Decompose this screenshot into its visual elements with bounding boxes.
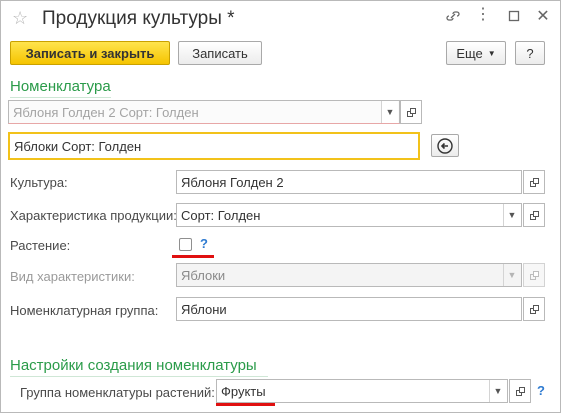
arrow-left-icon <box>437 137 453 154</box>
close-icon[interactable]: ✕ <box>534 8 552 26</box>
plant-group-dropdown-icon[interactable]: ▼ <box>489 380 506 402</box>
nomenclature-group-label: Номенклатурная группа: <box>10 303 159 318</box>
plant-group-field[interactable]: Фрукты <box>216 379 508 403</box>
product-characteristic-field[interactable]: Сорт: Голден <box>176 203 522 227</box>
product-characteristic-value: Сорт: Голден <box>181 207 261 223</box>
open-icon <box>529 210 539 220</box>
plant-group-help-icon[interactable]: ? <box>537 383 545 398</box>
product-characteristic-open-button[interactable] <box>523 203 545 227</box>
section-underline <box>10 97 111 98</box>
nomenclature-group-open-button[interactable] <box>523 297 545 321</box>
more-button[interactable]: Еще ▼ <box>446 41 506 65</box>
nomenclature-linked-open-button[interactable] <box>400 100 422 124</box>
section-title-nomenclature: Номенклатура <box>10 78 111 95</box>
annotation-underline-plant <box>172 255 214 258</box>
characteristic-kind-dropdown-icon: ▼ <box>503 264 520 286</box>
nomenclature-linked-dropdown-icon[interactable]: ▼ <box>381 101 398 123</box>
characteristic-kind-value: Яблоки <box>181 267 226 283</box>
plant-group-value: Фрукты <box>221 383 266 399</box>
plant-checkbox[interactable] <box>179 238 192 251</box>
open-icon <box>529 304 539 314</box>
section-title-settings: Настройки создания номенклатуры <box>10 357 257 374</box>
section-underline <box>10 376 268 377</box>
characteristic-kind-open-button <box>523 263 545 287</box>
plant-group-open-button[interactable] <box>509 379 531 403</box>
product-characteristic-dropdown-icon[interactable]: ▼ <box>503 204 520 226</box>
save-and-close-label: Записать и закрыть <box>25 45 155 61</box>
plant-label: Растение: <box>10 238 71 253</box>
open-icon <box>406 107 416 117</box>
help-label: ? <box>526 45 534 61</box>
more-icon[interactable]: ⋮ <box>474 7 492 26</box>
nomenclature-linked-value: Яблоня Голден 2 Сорт: Голден <box>13 104 199 120</box>
product-characteristic-label: Характеристика продукции: <box>10 208 177 223</box>
save-label: Записать <box>192 45 248 61</box>
window-title: Продукция культуры * <box>42 8 235 29</box>
nomenclature-group-field[interactable]: Яблони <box>176 297 522 321</box>
plant-group-label: Группа номенклатуры растений: <box>20 385 215 400</box>
characteristic-kind-label: Вид характеристики: <box>10 269 135 284</box>
nomenclature-selected-value: Яблоки Сорт: Голден <box>14 138 142 154</box>
arrow-left-button[interactable] <box>431 134 459 157</box>
maximize-icon[interactable] <box>505 8 523 26</box>
link-icon[interactable] <box>444 8 462 26</box>
more-label: Еще <box>456 45 483 61</box>
culture-open-button[interactable] <box>523 170 545 194</box>
culture-value: Яблоня Голден 2 <box>181 174 284 190</box>
open-icon <box>529 270 539 280</box>
plant-help-icon[interactable]: ? <box>200 236 208 251</box>
characteristic-kind-field: Яблоки <box>176 263 522 287</box>
annotation-underline-plant-group <box>216 403 275 406</box>
open-icon <box>529 177 539 187</box>
culture-label: Культура: <box>10 175 68 190</box>
culture-field[interactable]: Яблоня Голден 2 <box>176 170 522 194</box>
open-icon <box>515 386 525 396</box>
nomenclature-selected-field[interactable]: Яблоки Сорт: Голден <box>8 132 420 160</box>
save-and-close-button[interactable]: Записать и закрыть <box>10 41 170 65</box>
save-button[interactable]: Записать <box>178 41 262 65</box>
star-icon[interactable]: ☆ <box>12 8 28 29</box>
nomenclature-linked-field[interactable]: Яблоня Голден 2 Сорт: Голден <box>8 100 400 124</box>
help-button[interactable]: ? <box>515 41 545 65</box>
nomenclature-group-value: Яблони <box>181 301 227 317</box>
chevron-down-icon: ▼ <box>487 48 496 58</box>
